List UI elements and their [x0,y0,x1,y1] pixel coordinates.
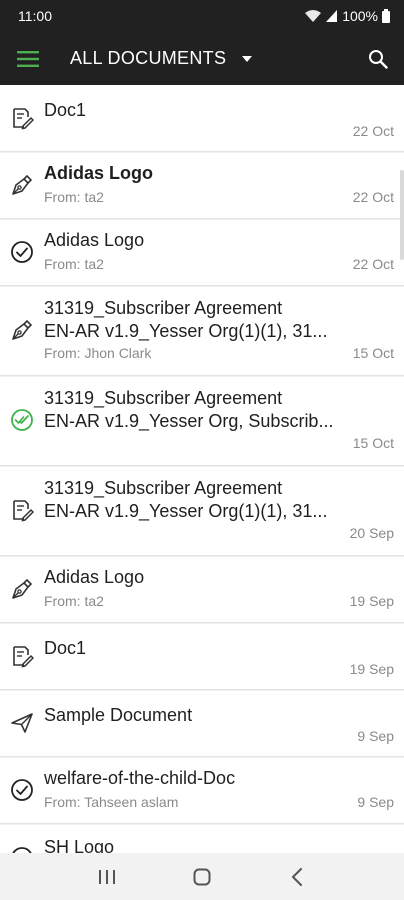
title-dropdown[interactable]: ALL DOCUMENTS [70,48,253,69]
document-sender: From: ta2 [44,189,104,205]
paper-plane-icon [10,711,34,735]
document-list-item[interactable]: 31319_Subscriber Agreement EN-AR v1.9_Yes… [0,466,404,556]
document-list-item[interactable]: Doc1 19 Sep [0,623,404,690]
document-date: 15 Oct [352,345,394,361]
home-button[interactable] [182,857,222,897]
scrollbar[interactable] [400,170,404,260]
search-button[interactable] [364,45,392,73]
page-title: ALL DOCUMENTS [70,48,227,68]
system-nav-bar [0,853,404,900]
document-date: 22 Oct [352,123,394,139]
document-list-item[interactable]: 31319_Subscriber Agreement EN-AR v1.9_Yes… [0,286,404,376]
document-title: welfare-of-the-child-Doc [44,768,236,788]
battery-percent: 100% [342,8,378,24]
status-bar: 11:00 100% [0,0,404,32]
recent-apps-icon [99,869,116,884]
status-indicators: 100% [304,8,390,24]
document-title: Adidas Logo [44,567,145,587]
back-icon [291,867,302,886]
document-list-item[interactable]: Adidas Logo From: ta2 22 Oct [0,152,404,219]
check-circle-icon [10,846,34,853]
wifi-icon [305,10,322,22]
document-sender: From: Tahseen aslam [44,794,179,810]
pen-nib-icon [10,173,34,197]
document-sender: From: ta2 [44,593,104,609]
edit-document-icon [10,644,35,668]
document-date: 9 Sep [357,728,394,744]
search-icon [369,50,388,69]
document-title: 31319_Subscriber Agreement [44,388,283,408]
document-sender: From: Jhon Clark [44,345,152,361]
document-date: 22 Oct [352,189,394,205]
document-list[interactable]: Doc1 22 Oct Adidas Logo From: ta2 22 Oct Adid… [0,85,404,853]
document-title: Doc1 [44,638,87,658]
document-title-line-2: EN-AR v1.9_Yesser Org(1)(1), 31... [44,321,328,341]
double-check-circle-icon [10,408,34,432]
document-date: 15 Oct [352,435,394,451]
pen-nib-icon [10,318,34,342]
status-time: 11:00 [18,8,52,24]
signal-icon [326,10,338,22]
document-list-item[interactable]: Sample Document 9 Sep [0,690,404,757]
check-circle-icon [10,240,34,264]
document-date: 19 Sep [349,593,394,609]
document-title: Adidas Logo [44,163,153,183]
document-title-line-2: EN-AR v1.9_Yesser Org, Subscrib... [44,411,334,431]
menu-button[interactable] [0,32,56,85]
document-title: Sample Document [44,705,193,725]
document-title: Adidas Logo [44,230,145,250]
document-list-item[interactable]: 31319_Subscriber Agreement EN-AR v1.9_Yes… [0,376,404,466]
document-list-item[interactable]: Doc1 22 Oct [0,85,404,152]
document-date: 20 Sep [349,525,394,541]
back-button[interactable] [277,857,317,897]
edit-document-icon [10,106,35,130]
caret-down-icon [242,55,253,62]
document-title: 31319_Subscriber Agreement [44,478,283,498]
document-title: SH Logo [44,837,115,853]
document-list-item[interactable]: SH Logo [0,824,404,853]
battery-icon [382,9,390,23]
document-title: Doc1 [44,100,87,120]
document-date: 9 Sep [357,794,394,810]
check-circle-icon [10,778,34,802]
document-list-item[interactable]: Adidas Logo From: ta2 22 Oct [0,219,404,286]
recent-apps-button[interactable] [87,857,127,897]
hamburger-menu-icon [17,50,39,67]
app-bar: ALL DOCUMENTS [0,32,404,85]
document-title-line-2: EN-AR v1.9_Yesser Org(1)(1), 31... [44,501,328,521]
document-sender: From: ta2 [44,256,104,272]
edit-document-icon [10,498,35,522]
document-date: 22 Oct [352,256,394,272]
document-date: 19 Sep [349,661,394,677]
pen-nib-icon [10,577,34,601]
home-icon [193,868,211,885]
document-title: 31319_Subscriber Agreement [44,298,283,318]
document-list-item[interactable]: welfare-of-the-child-Doc From: Tahseen as… [0,757,404,824]
document-list-item[interactable]: Adidas Logo From: ta2 19 Sep [0,556,404,623]
